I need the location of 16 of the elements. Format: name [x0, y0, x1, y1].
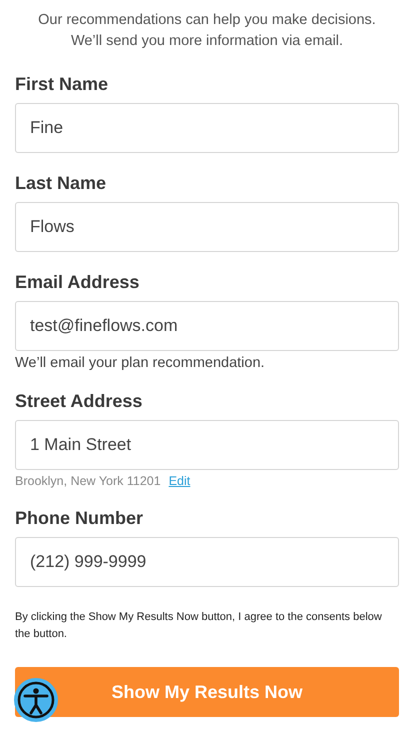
- intro-text: We’ll send you more information via email.: [70, 32, 344, 51]
- field-hint: We’ll email your plan recommendation.: [15, 355, 265, 371]
- intro-text: Our recommendations can help you make decisions.: [38, 11, 376, 30]
- input-field[interactable]: 1 Main Street: [15, 420, 399, 470]
- field-label: First Name: [15, 73, 110, 95]
- field-label: Street Address: [15, 390, 144, 412]
- field-label: Last Name: [15, 172, 108, 194]
- input-field[interactable]: (212) 999-9999: [15, 537, 399, 587]
- address-note: Brooklyn, New York 11201: [15, 474, 161, 488]
- consent-text: By clicking the Show My Results Now button, I agree to the consents below the button.: [15, 610, 383, 642]
- field-label: Phone Number: [15, 507, 144, 529]
- input-field[interactable]: test@fineflows.com: [15, 301, 399, 351]
- accessibility-icon[interactable]: [13, 677, 59, 723]
- input-field[interactable]: Fine: [15, 103, 399, 153]
- field-label: Email Address: [15, 271, 140, 293]
- input-field[interactable]: Flows: [15, 202, 399, 252]
